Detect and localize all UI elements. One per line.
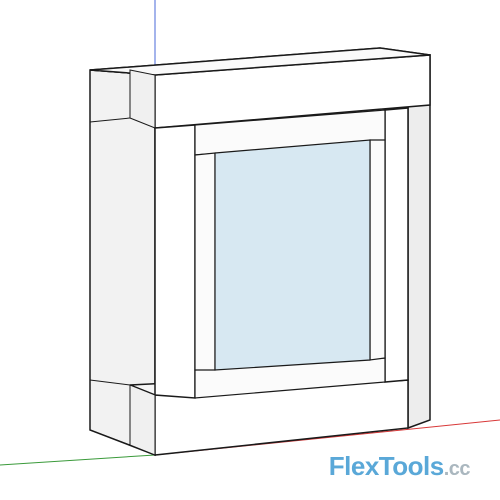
sketchup-viewport[interactable]: FlexTools.cc	[0, 0, 500, 500]
glass-pane	[215, 140, 370, 370]
watermark-suffix: .cc	[444, 458, 470, 480]
window-component	[90, 48, 430, 455]
y-axis	[0, 455, 155, 465]
watermark: FlexTools.cc	[329, 451, 470, 482]
watermark-brand: FlexTools	[329, 451, 444, 481]
model-render	[0, 0, 500, 500]
